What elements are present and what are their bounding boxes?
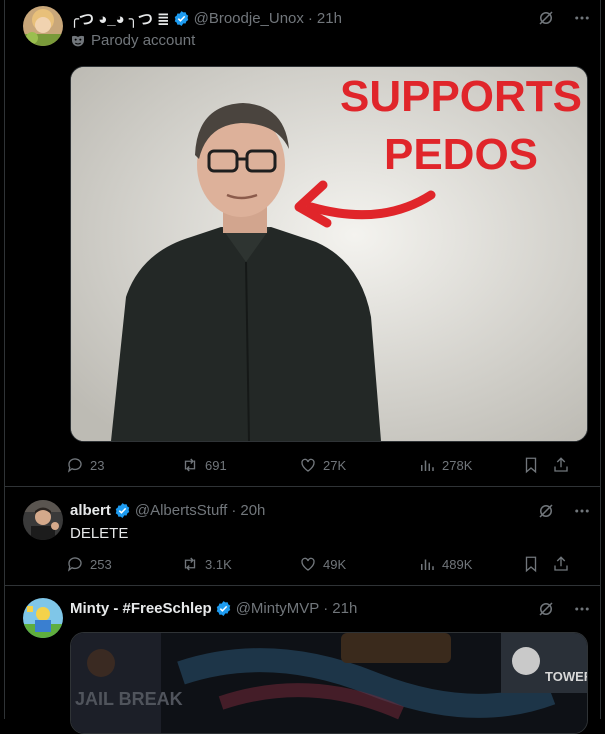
repost-button[interactable]: 691 [181,456,299,474]
meme-caption-line1: SUPPORTS [340,72,582,121]
grok-icon[interactable] [537,502,555,520]
like-button[interactable]: 27K [299,456,418,474]
views-count: 278K [442,457,473,473]
separator-dot: · [323,600,329,617]
avatar[interactable] [23,598,63,638]
handle[interactable]: @AlbertsStuff [135,502,228,519]
more-icon[interactable] [573,600,591,618]
timestamp[interactable]: 21h [317,10,342,27]
post-header: albert @AlbertsStuff · 20h [70,502,265,519]
repost-icon [184,458,196,472]
post-text: DELETE [70,525,129,542]
like-icon [301,458,315,472]
reply-button[interactable]: 23 [66,456,181,474]
share-button[interactable] [552,555,570,573]
post-header: ╭つ ◕_◕ ╮つ ≣ @Broodje_Unox · 21h [70,8,342,29]
timestamp[interactable]: 20h [240,502,265,519]
parody-text: Parody account [91,32,196,49]
avatar[interactable] [23,6,63,46]
post-divider [5,486,600,487]
parody-label: Parody account [70,32,195,49]
like-count: 27K [323,457,347,473]
more-icon[interactable] [573,9,591,27]
post-divider [5,585,600,586]
grok-icon[interactable] [537,9,555,27]
share-button[interactable] [552,456,570,474]
separator-dot: · [231,502,237,519]
views-icon [421,460,434,471]
verified-badge-icon[interactable] [215,600,232,617]
share-icon [554,556,568,571]
repost-icon [184,557,196,571]
handle[interactable]: @Broodje_Unox [194,10,304,27]
display-name[interactable]: Minty - #FreeSchlep [70,600,212,617]
post-top-icons [537,9,591,27]
display-name[interactable]: albert [70,502,111,519]
parody-mask-icon [72,35,84,46]
like-count: 49K [323,556,347,572]
bookmark-icon [525,556,537,573]
media-label-right: TOWER HERO [545,669,587,684]
reply-count: 253 [90,556,112,572]
more-icon[interactable] [573,502,591,520]
bookmark-button[interactable] [522,456,552,474]
share-icon [554,457,568,472]
timeline-border-left [4,0,5,719]
like-button[interactable]: 49K [299,555,418,573]
bookmark-button[interactable] [522,555,552,573]
repost-count: 3.1K [205,556,232,572]
like-icon [301,557,315,571]
display-name[interactable]: ╭つ ◕_◕ ╮つ ≣ [70,8,170,29]
post-header: Minty - #FreeSchlep @MintyMVP · 21h [70,600,357,617]
media-label-left: JAIL BREAK [75,689,183,709]
post-media-image[interactable]: SUPPORTS PEDOS [70,66,588,442]
repost-button[interactable]: 3.1K [181,555,299,573]
bookmark-icon [525,457,537,474]
handle[interactable]: @MintyMVP [236,600,320,617]
views-button[interactable]: 489K [418,555,522,573]
verified-badge-icon[interactable] [173,10,190,27]
timeline-border-right [600,0,601,719]
reply-button[interactable]: 253 [66,555,181,573]
repost-count: 691 [205,457,227,473]
post-top-icons [537,600,591,618]
views-icon [421,559,434,570]
grok-icon[interactable] [537,600,555,618]
separator-dot: · [307,10,313,27]
reply-count: 23 [90,457,105,473]
post-actions: 23 691 27K 278K [66,456,591,474]
post-top-icons [537,502,591,520]
avatar[interactable] [23,500,63,540]
views-count: 489K [442,556,473,572]
timestamp[interactable]: 21h [332,600,357,617]
reply-icon [67,458,82,473]
views-button[interactable]: 278K [418,456,522,474]
meme-caption-line2: PEDOS [384,130,538,179]
verified-badge-icon[interactable] [114,502,131,519]
reply-icon [67,557,82,572]
post-actions: 253 3.1K 49K 489K [66,555,591,573]
